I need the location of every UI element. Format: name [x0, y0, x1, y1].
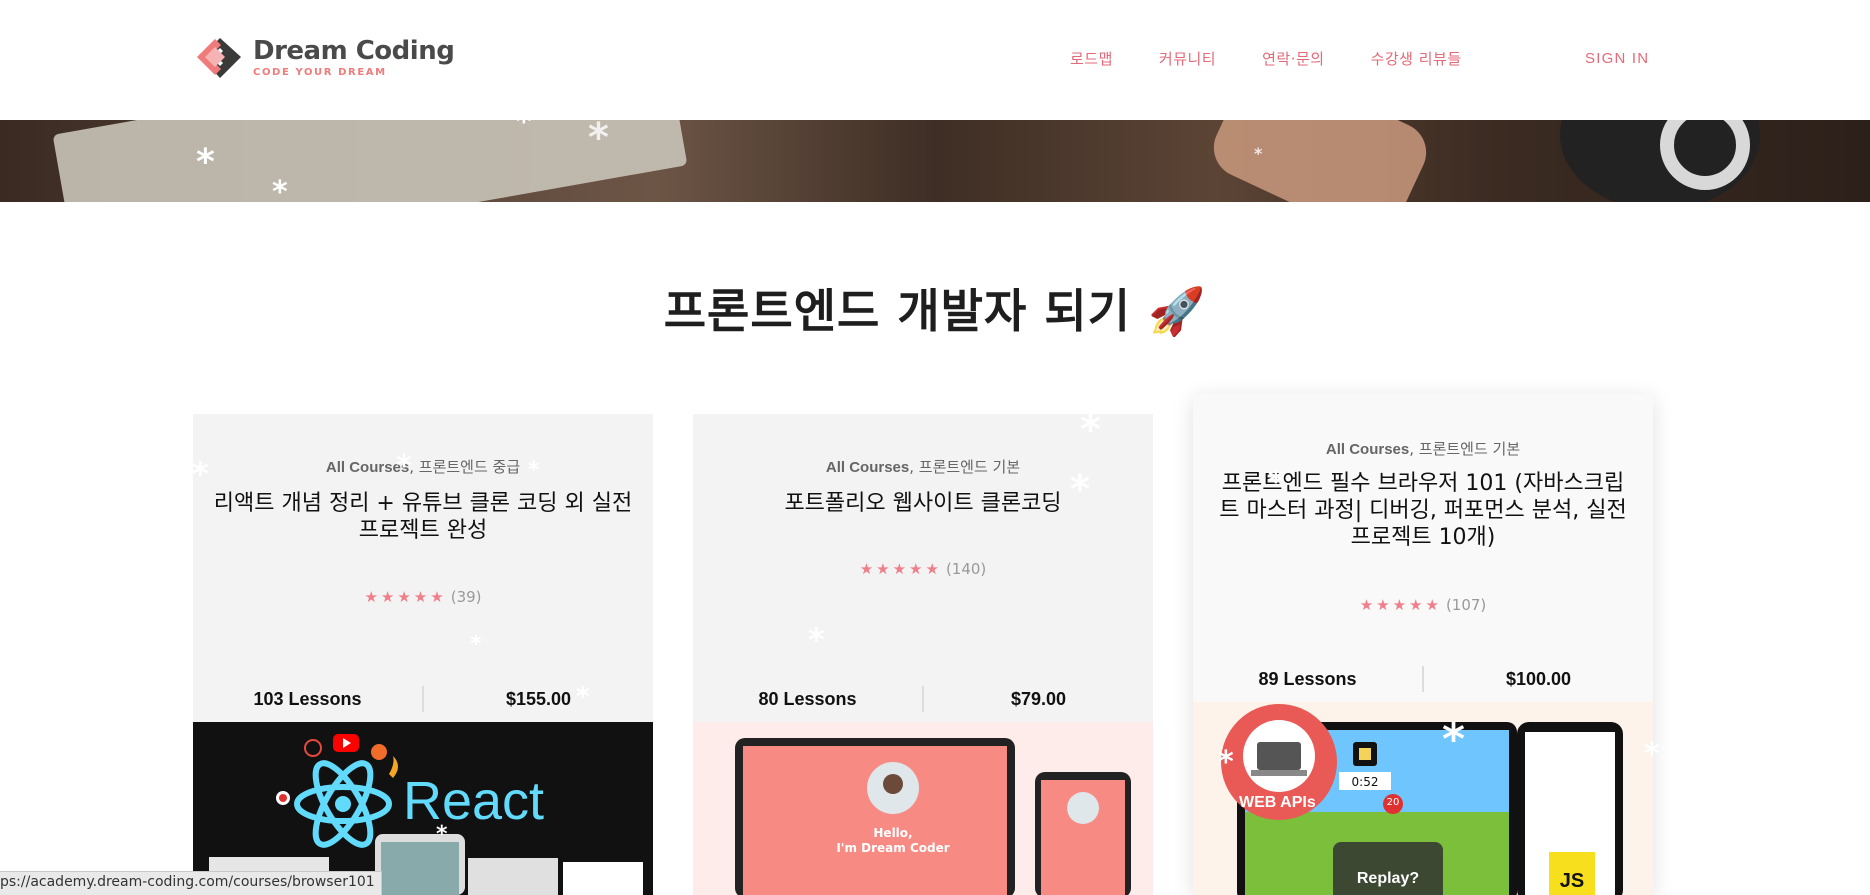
replay-label[interactable]: Replay? — [1333, 870, 1443, 888]
section-title: 프론트엔드 개발자 되기 🚀 — [663, 284, 1207, 338]
course-title[interactable]: 포트폴리오 웹사이트 클론코딩 — [713, 490, 1133, 517]
lessons-count: 103 Lessons — [253, 688, 362, 709]
course-category: All Courses, 프론트엔드 기본 — [825, 458, 1021, 476]
course-card-browser101[interactable]: All Courses, 프론트엔드 기본 프론트엔드 필수 브라우저 101 … — [1193, 394, 1653, 895]
thumb-hello: Hello, I'm Dream Coder — [836, 826, 950, 855]
course-thumbnail[interactable]: Hello, I'm Dream Coder — [693, 722, 1153, 895]
course-stats: 80 Lessons $79.00 — [693, 684, 1153, 714]
course-price: $100.00 — [1505, 668, 1572, 689]
rating-stars: ★★★★★ (140) — [859, 560, 987, 578]
nav-item-contact[interactable]: 연락·문의 — [1262, 48, 1324, 69]
course-title[interactable]: 프론트엔드 필수 브라우저 101 (자바스크립트 마스터 과정| 디버깅, 퍼… — [1213, 470, 1633, 551]
course-card-react[interactable]: All Courses, 프론트엔드 중급 리액트 개념 정리 + 유튜브 클론… — [193, 414, 653, 895]
course-stats: 103 Lessons $155.00 — [193, 684, 653, 714]
sign-in-link[interactable]: SIGN IN — [1585, 50, 1649, 67]
hero-banner-image — [0, 120, 1870, 202]
site-header: Dream Coding CODE YOUR DREAM 로드맵 커뮤니티 연락… — [0, 0, 1870, 120]
rating-stars: ★★★★★ (39) — [364, 588, 482, 606]
course-category: All Courses, 프론트엔드 중급 — [325, 458, 521, 476]
course-thumbnail[interactable]: WEB APIs 0:52 20 Replay? JS — [1193, 702, 1653, 895]
brand-title: Dream Coding — [253, 35, 455, 66]
lessons-count: 89 Lessons — [1258, 668, 1357, 689]
course-stats: 89 Lessons $100.00 — [1193, 664, 1653, 694]
course-price: $155.00 — [505, 688, 572, 709]
nav-item-community[interactable]: 커뮤니티 — [1159, 48, 1216, 69]
course-title[interactable]: 리액트 개념 정리 + 유튜브 클론 코딩 외 실전 프로젝트 완성 — [213, 490, 633, 544]
lessons-count: 80 Lessons — [758, 688, 857, 709]
nav-item-reviews[interactable]: 수강생 리뷰들 — [1371, 48, 1462, 69]
js-logo: JS — [1559, 870, 1585, 892]
logo-icon — [193, 30, 247, 84]
game-timer: 0:52 — [1351, 775, 1379, 789]
web-apis-badge: WEB APIs — [1239, 794, 1316, 811]
brand-subtitle: CODE YOUR DREAM — [253, 66, 387, 78]
brand-logo[interactable]: Dream Coding CODE YOUR DREAM — [193, 30, 455, 84]
browser-status-url: ps://academy.dream-coding.com/courses/br… — [0, 871, 382, 895]
game-count: 20 — [1386, 797, 1400, 808]
course-card-portfolio[interactable]: All Courses, 프론트엔드 기본 포트폴리오 웹사이트 클론코딩 ★★… — [693, 414, 1153, 895]
course-category: All Courses, 프론트엔드 기본 — [1325, 440, 1521, 458]
nav-item-roadmap[interactable]: 로드맵 — [1070, 48, 1113, 69]
course-thumbnail[interactable]: React — [193, 722, 653, 895]
rating-stars: ★★★★★ (107) — [1359, 596, 1487, 614]
main-nav: 로드맵 커뮤니티 연락·문의 수강생 리뷰들 — [1070, 48, 1508, 69]
course-price: $79.00 — [1010, 688, 1067, 709]
react-label: React — [403, 771, 545, 831]
